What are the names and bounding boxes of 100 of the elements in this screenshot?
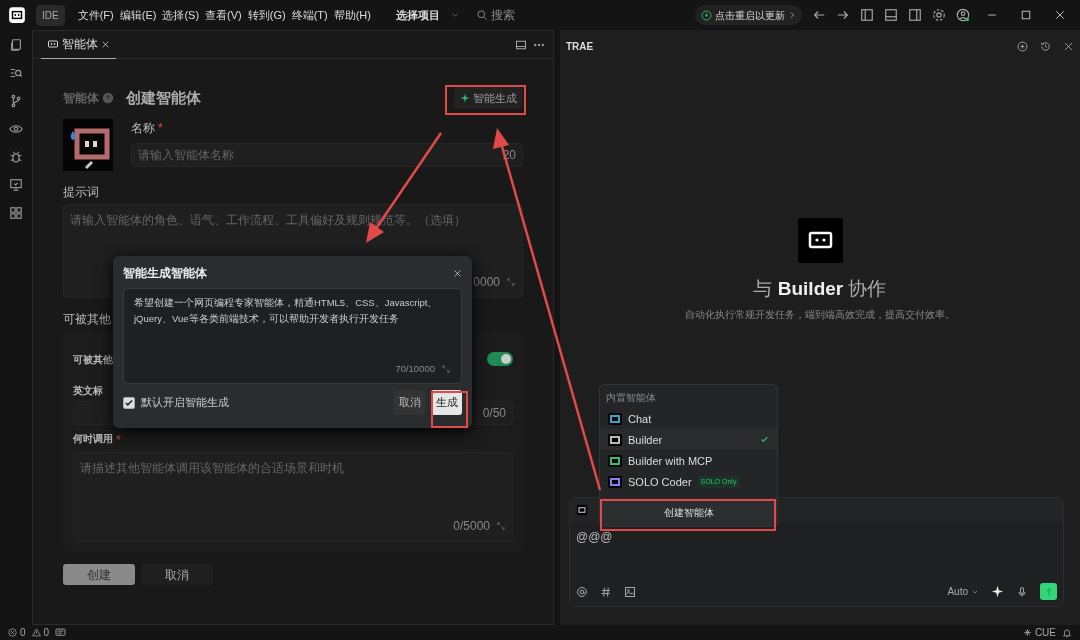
menu-item[interactable]: 终端(T) — [288, 6, 331, 24]
hero-subtitle: 自动化执行常规开发任务，端到端高效完成，提高交付效率。 — [685, 307, 955, 322]
update-label: 点击重启以更新 — [715, 8, 785, 23]
update-button[interactable]: 点击重启以更新 — [695, 5, 802, 25]
cancel-button[interactable]: 取消 — [141, 564, 213, 585]
character-counter: 0000 — [473, 274, 500, 291]
microphone-icon[interactable] — [1016, 585, 1028, 598]
new-chat-icon[interactable] — [1017, 40, 1028, 52]
checkmark-icon — [760, 435, 769, 445]
field-label: 何时调用 — [73, 432, 113, 446]
warning-count[interactable]: 0 — [31, 625, 50, 640]
cue-icon — [1022, 628, 1032, 637]
model-selector[interactable]: Auto — [947, 584, 979, 599]
agent-menu-item[interactable]: Chat — [600, 408, 777, 430]
name-placeholder: 请输入智能体名称 — [138, 147, 235, 164]
menu-item[interactable]: 编辑(E) — [116, 6, 160, 24]
project-selector[interactable]: 选择项目 — [395, 6, 440, 24]
menu-item[interactable]: 帮助(H) — [330, 6, 374, 24]
cue-status[interactable]: CUE — [1022, 625, 1056, 640]
create-button[interactable]: 创建 — [63, 564, 135, 585]
agent-icon[interactable] — [576, 504, 588, 516]
expand-icon[interactable] — [506, 277, 516, 287]
page-title: 创建智能体 — [126, 87, 201, 108]
toggle-switch[interactable] — [487, 352, 513, 366]
error-icon — [8, 628, 17, 637]
smart-generate-button[interactable]: 智能生成 — [454, 86, 523, 110]
image-icon[interactable] — [624, 585, 636, 598]
field-label: 提示词 — [63, 184, 99, 201]
eye-icon[interactable] — [9, 122, 23, 136]
hashtag-icon[interactable] — [600, 585, 612, 598]
expand-icon[interactable] — [496, 521, 506, 531]
menu-item[interactable]: 文件(F) — [74, 6, 117, 24]
history-icon[interactable] — [1040, 40, 1051, 52]
description-text: 希望创建一个网页编程专家智能体，精通HTML5、CSS、Javascript、jQuery、Vue等各类前端技术，可以帮助开发者执行开发任务 — [134, 296, 439, 326]
warning-icon — [31, 628, 41, 637]
agent-menu-item[interactable]: Builder — [600, 429, 777, 451]
sparkle-icon — [460, 93, 470, 103]
editor-tab[interactable]: 智能体 — [41, 30, 116, 59]
split-editor-icon[interactable] — [515, 38, 527, 51]
help-icon[interactable] — [102, 92, 114, 104]
search-field[interactable]: 搜索 — [475, 6, 675, 24]
mention-icon[interactable] — [576, 585, 588, 598]
search-placeholder: 搜索 — [490, 7, 515, 24]
agent-menu-item[interactable]: Builder with MCP — [600, 450, 777, 472]
right-sidebar-icon[interactable] — [908, 8, 922, 22]
update-icon — [701, 9, 712, 21]
when-textarea[interactable]: 请描述其他智能体调用该智能体的合适场景和时机 0/5000 — [73, 452, 513, 542]
menu-item[interactable]: 选择(S) — [159, 6, 203, 24]
extensions-icon[interactable] — [9, 206, 23, 220]
required-mark: * — [158, 120, 163, 137]
menu-item[interactable]: 查看(V) — [202, 6, 245, 24]
checkbox[interactable] — [123, 396, 135, 409]
builder-logo — [797, 218, 843, 263]
search-icon[interactable] — [9, 66, 23, 80]
menu-header: 内置智能体 — [605, 391, 657, 405]
expand-icon[interactable] — [441, 364, 451, 374]
field-label: 名称 — [131, 120, 155, 137]
agent-icon — [608, 454, 622, 467]
section-label: 可被其他 — [63, 311, 111, 328]
chat-bubble-icon[interactable] — [55, 627, 67, 638]
files-icon[interactable] — [9, 38, 23, 52]
app-logo — [8, 6, 26, 24]
checkbox-label: 默认开启智能生成 — [141, 395, 230, 411]
close-icon[interactable] — [101, 39, 110, 49]
chat-input[interactable]: @@@ — [576, 528, 613, 546]
bug-icon[interactable] — [9, 150, 23, 164]
agent-icon — [608, 475, 622, 488]
source-control-icon[interactable] — [9, 94, 23, 108]
dialog-title: 智能生成智能体 — [123, 265, 208, 282]
when-placeholder: 请描述其他智能体调用该智能体的合适场景和时机 — [80, 460, 344, 477]
avatar-icon[interactable] — [63, 119, 113, 171]
account-icon[interactable] — [956, 8, 970, 22]
required-mark: * — [116, 432, 121, 449]
sidebar-layout-icon[interactable] — [860, 8, 874, 22]
cancel-button[interactable]: 取消 — [394, 390, 425, 415]
search-icon — [475, 9, 488, 21]
field-label: 英文标 — [73, 384, 103, 398]
agent-icon — [608, 433, 622, 446]
chevron-icon — [788, 11, 796, 19]
forward-arrow-icon[interactable] — [836, 8, 850, 22]
settings-icon[interactable] — [932, 8, 946, 22]
close-icon[interactable] — [1054, 9, 1066, 21]
sparkle-icon[interactable] — [991, 585, 1004, 598]
toggle-label: 可被其他 — [73, 352, 114, 367]
close-icon[interactable] — [453, 268, 462, 278]
maximize-icon[interactable] — [1020, 9, 1032, 21]
ide-label[interactable]: IDE — [36, 4, 65, 26]
character-counter: 0/5000 — [453, 518, 490, 535]
character-counter: 0/50 — [482, 405, 506, 422]
highlight-frame — [431, 391, 468, 428]
monitor-icon[interactable] — [9, 178, 23, 192]
back-arrow-icon[interactable] — [812, 8, 826, 22]
panel-layout-icon[interactable] — [884, 8, 898, 22]
error-count[interactable]: 0 — [8, 625, 26, 640]
character-counter: 70/10000 — [395, 362, 435, 376]
create-agent-button[interactable]: 创建智能体 — [600, 498, 777, 527]
close-icon[interactable] — [1063, 40, 1074, 52]
bell-icon[interactable] — [1062, 627, 1072, 638]
description-textarea[interactable]: 希望创建一个网页编程专家智能体，精通HTML5、CSS、Javascript、jQuery、Vue等各类前端技术，可以帮助开发者执行开发任务 70/10000 — [123, 288, 462, 384]
menu-item[interactable]: 转到(G) — [244, 6, 289, 24]
